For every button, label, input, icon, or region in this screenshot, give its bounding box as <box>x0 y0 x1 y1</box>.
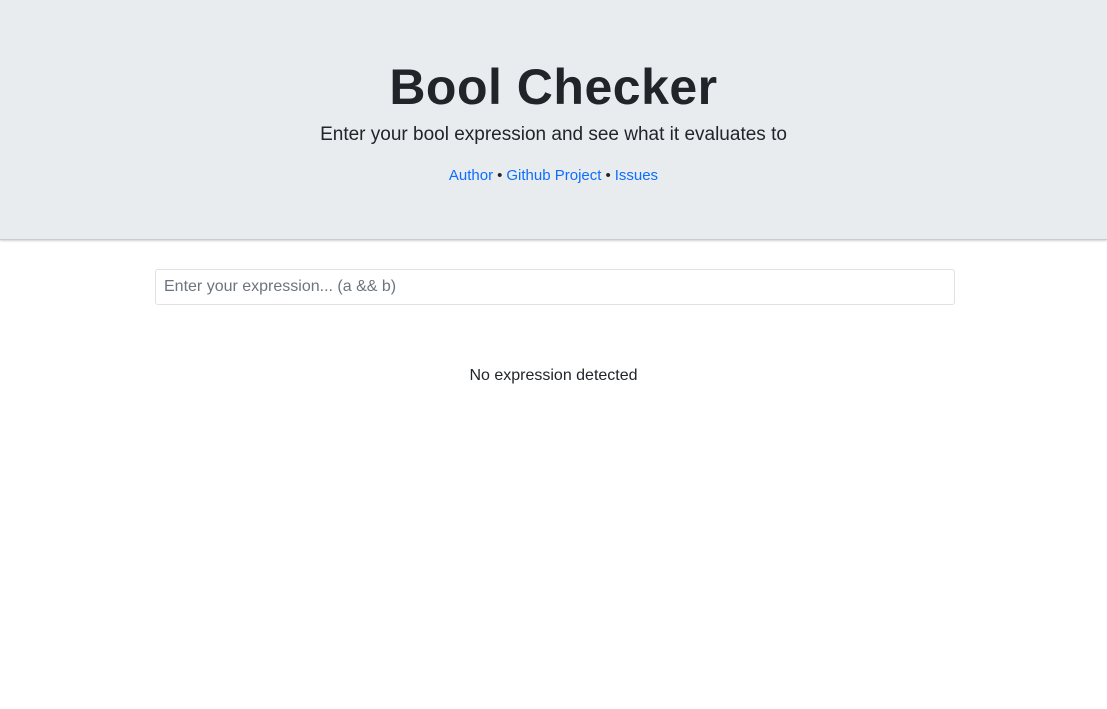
header-jumbotron: Bool Checker Enter your bool expression … <box>0 0 1107 240</box>
page-title: Bool Checker <box>389 59 718 115</box>
expression-input[interactable] <box>155 269 955 305</box>
page-subtitle: Enter your bool expression and see what … <box>320 124 787 145</box>
author-link[interactable]: Author <box>449 167 493 184</box>
github-project-link[interactable]: Github Project <box>506 167 601 184</box>
issues-link[interactable]: Issues <box>615 167 658 184</box>
header-links: Author • Github Project • Issues <box>0 166 1107 186</box>
result-text: No expression detected <box>469 367 638 384</box>
link-separator: • <box>497 167 503 184</box>
link-separator: • <box>605 167 611 184</box>
